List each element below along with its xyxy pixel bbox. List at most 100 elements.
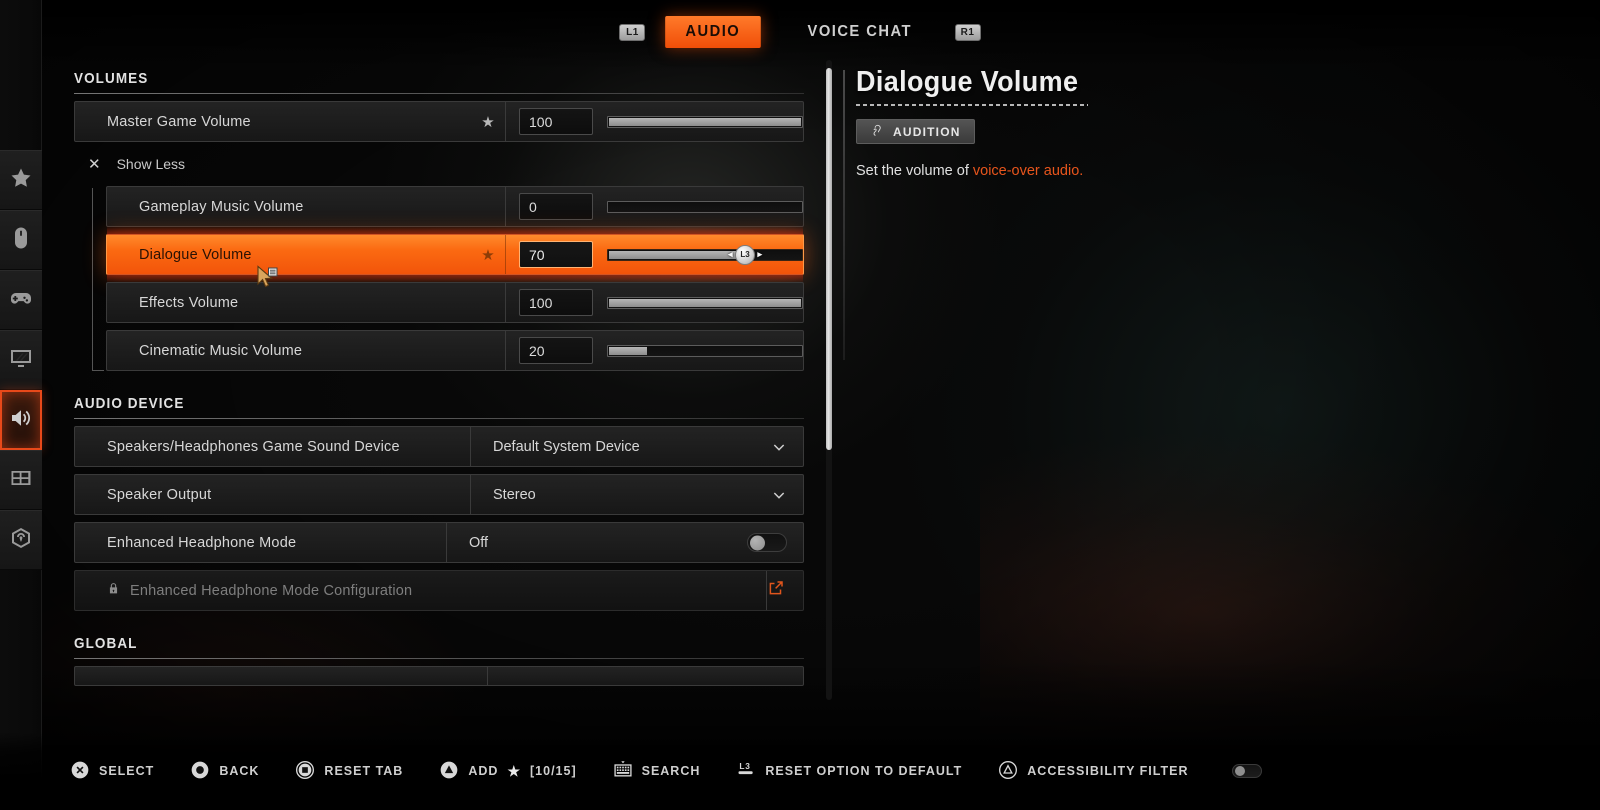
setting-row-effects-volume[interactable]: Effects Volume 100 bbox=[106, 282, 804, 323]
layout-icon bbox=[9, 466, 33, 495]
setting-row-cinematic-music-volume[interactable]: Cinematic Music Volume 20 bbox=[106, 330, 804, 371]
sidebar-item-favorites[interactable] bbox=[0, 150, 42, 210]
prompt-label: BACK bbox=[219, 764, 260, 778]
sidebar-item-interface[interactable] bbox=[0, 450, 42, 510]
setting-row-speaker-output[interactable]: Speaker Output Stereo bbox=[74, 474, 804, 515]
tab-audio[interactable]: AUDIO bbox=[665, 16, 761, 48]
right-arrow-icon: ▸ bbox=[757, 249, 762, 259]
prompt-search[interactable]: SEARCH bbox=[613, 760, 701, 783]
cross-button-icon bbox=[70, 760, 90, 783]
circle-button-icon bbox=[190, 760, 210, 783]
setting-row-enhanced-headphone-config: Enhanced Headphone Mode Configuration bbox=[74, 570, 804, 611]
audition-button[interactable]: AUDITION bbox=[856, 119, 975, 144]
chevron-down-icon[interactable] bbox=[771, 487, 787, 503]
volume-slider[interactable] bbox=[607, 296, 803, 309]
prompt-label: RESET TAB bbox=[324, 764, 404, 778]
value-input[interactable]: 100 bbox=[519, 108, 593, 135]
sidebar-item-controller[interactable] bbox=[0, 270, 42, 330]
ear-icon bbox=[870, 123, 884, 140]
volume-slider[interactable]: ◂ L3 ▸ bbox=[607, 244, 803, 265]
prompt-select[interactable]: SELECT bbox=[70, 760, 154, 783]
prompt-add-favorite[interactable]: ADD ★ [10/15] bbox=[439, 760, 576, 783]
row-divider bbox=[505, 235, 506, 274]
star-icon bbox=[9, 166, 33, 195]
setting-row-gameplay-music-volume[interactable]: Gameplay Music Volume 0 bbox=[106, 186, 804, 227]
prompt-back[interactable]: BACK bbox=[190, 760, 259, 783]
volume-slider[interactable] bbox=[607, 200, 803, 213]
lock-icon bbox=[107, 581, 120, 600]
show-less-toggle[interactable]: ✕ Show Less bbox=[74, 149, 804, 179]
row-divider bbox=[505, 283, 506, 322]
mouse-cursor bbox=[256, 265, 280, 291]
speaker-icon bbox=[9, 406, 33, 435]
row-divider bbox=[505, 331, 506, 370]
description-accent: voice-over audio. bbox=[972, 163, 1084, 179]
setting-row-game-sound-device[interactable]: Speakers/Headphones Game Sound Device De… bbox=[74, 426, 804, 467]
favorite-star-icon[interactable]: ★ bbox=[471, 246, 505, 264]
tab-voice-chat[interactable]: VOICE CHAT bbox=[787, 16, 932, 48]
row-value: Off bbox=[469, 534, 489, 551]
slider-fill bbox=[609, 250, 743, 259]
row-divider bbox=[505, 102, 506, 141]
selection-glow bbox=[107, 226, 803, 235]
favorite-count: [10/15] bbox=[530, 764, 577, 778]
gamepad-icon bbox=[9, 286, 33, 315]
detail-description: Set the volume of voice-over audio. bbox=[856, 163, 1496, 179]
sidebar-item-mouse[interactable] bbox=[0, 210, 42, 270]
prompt-label: ADD bbox=[468, 764, 499, 778]
setting-row-enhanced-headphone-mode[interactable]: Enhanced Headphone Mode Off bbox=[74, 522, 804, 563]
tab-bar: L1 AUDIO VOICE CHAT R1 bbox=[0, 14, 1600, 50]
value-input[interactable]: 20 bbox=[519, 337, 593, 364]
slider-fill bbox=[609, 298, 801, 307]
prompt-label: ACCESSIBILITY FILTER bbox=[1027, 764, 1189, 778]
section-global: GLOBAL bbox=[74, 635, 804, 659]
row-label: Speakers/Headphones Game Sound Device bbox=[107, 438, 400, 455]
monitor-icon bbox=[9, 346, 33, 375]
prompt-reset-tab[interactable]: RESET TAB bbox=[295, 760, 403, 783]
slider-fill bbox=[609, 117, 801, 126]
scrollbar-thumb[interactable] bbox=[826, 68, 832, 450]
accessibility-icon bbox=[9, 526, 33, 555]
section-rule bbox=[74, 658, 804, 659]
left-arrow-icon: ◂ bbox=[728, 249, 733, 259]
row-label: Effects Volume bbox=[139, 294, 239, 311]
section-title-volumes: VOLUMES bbox=[74, 70, 149, 87]
value-input[interactable]: 0 bbox=[519, 193, 593, 220]
section-title-audio-device: AUDIO DEVICE bbox=[74, 395, 185, 412]
volume-slider[interactable] bbox=[607, 344, 803, 357]
section-rule bbox=[74, 93, 804, 94]
row-label: Speaker Output bbox=[107, 486, 212, 503]
prompt-accessibility-filter[interactable]: ACCESSIBILITY FILTER bbox=[998, 760, 1188, 783]
description-text: Set the volume of bbox=[856, 163, 973, 179]
sidebar-item-accessibility[interactable] bbox=[0, 510, 42, 570]
setting-row-master-game-volume[interactable]: Master Game Volume ★ 100 bbox=[74, 101, 804, 142]
prompt-reset-option[interactable]: L3 RESET OPTION TO DEFAULT bbox=[736, 760, 962, 783]
toggle-knob bbox=[750, 535, 765, 550]
row-divider bbox=[505, 187, 506, 226]
row-label: Dialogue Volume bbox=[139, 246, 252, 263]
enhanced-headphone-toggle[interactable] bbox=[747, 533, 787, 552]
thumb-label: L3 bbox=[740, 250, 750, 259]
settings-scrollbar[interactable] bbox=[826, 60, 832, 700]
slider-fill bbox=[609, 346, 647, 355]
show-less-label: Show Less bbox=[116, 156, 186, 172]
row-label: Master Game Volume bbox=[107, 113, 251, 130]
setting-row-partial[interactable] bbox=[74, 666, 804, 686]
l3-stick-icon: L3 bbox=[736, 760, 756, 783]
sidebar-item-graphics[interactable] bbox=[0, 330, 42, 390]
accessibility-filter-toggle[interactable] bbox=[1232, 764, 1263, 778]
toggle-knob bbox=[1235, 766, 1246, 776]
section-volumes: VOLUMES bbox=[74, 70, 804, 94]
chevron-down-icon[interactable] bbox=[771, 439, 787, 455]
value-input[interactable]: 100 bbox=[519, 289, 593, 316]
locked-label: Enhanced Headphone Mode Configuration bbox=[130, 582, 413, 599]
sidebar-item-audio[interactable] bbox=[0, 390, 42, 450]
row-value: Stereo bbox=[493, 486, 536, 503]
setting-row-dialogue-volume[interactable]: Dialogue Volume ★ 70 ◂ L3 ▸ bbox=[106, 226, 804, 283]
row-label-locked: Enhanced Headphone Mode Configuration bbox=[75, 581, 766, 600]
volume-slider[interactable] bbox=[607, 115, 803, 128]
favorite-star-icon[interactable]: ★ bbox=[471, 113, 505, 131]
external-link-icon[interactable] bbox=[767, 579, 785, 602]
value-input[interactable]: 70 bbox=[519, 241, 593, 268]
slider-thumb-l3[interactable]: ◂ L3 ▸ bbox=[728, 244, 762, 265]
